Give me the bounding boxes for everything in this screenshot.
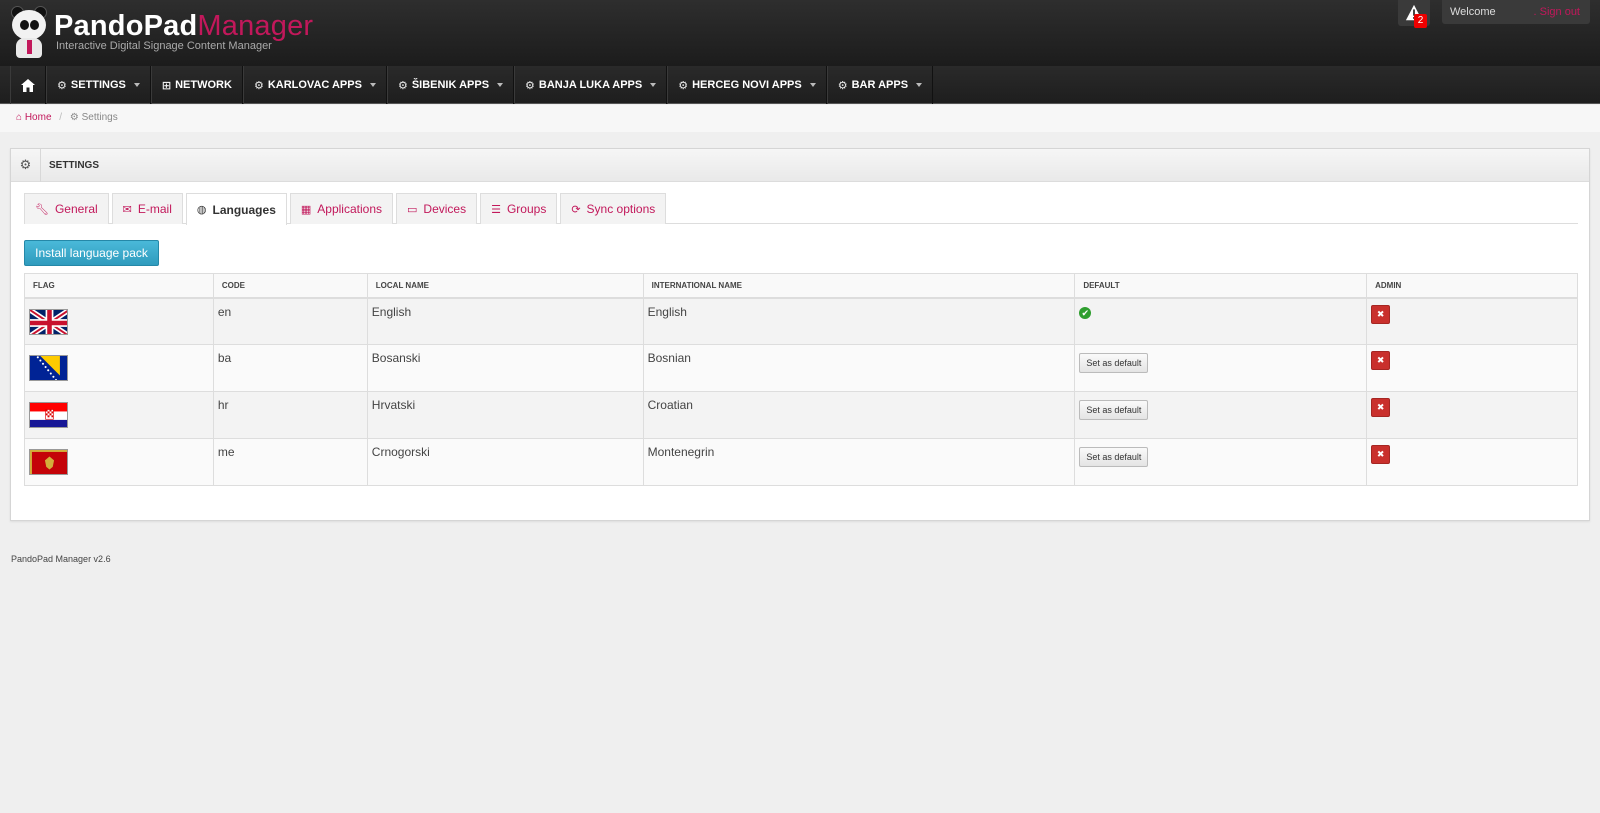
app-title: PandoPadManager: [54, 10, 314, 42]
caret-down-icon: [809, 83, 816, 87]
table-row: ba Bosanski Bosnian Set as default ✖: [24, 344, 1578, 392]
table-header-row: FLAG CODE LOCAL NAME INTERNATIONAL NAME …: [24, 273, 1578, 299]
alert-count-badge: 2: [1414, 14, 1427, 28]
col-header-flag[interactable]: FLAG: [24, 273, 214, 299]
col-header-admin[interactable]: ADMIN: [1366, 273, 1578, 299]
nav-banja-luka-apps[interactable]: ⚙ BANJA LUKA APPS: [514, 66, 668, 104]
nav-bar-apps[interactable]: ⚙ BAR APPS: [826, 66, 934, 104]
footer-version: PandoPad Manager v2.6: [11, 554, 111, 564]
tab-sync-options[interactable]: ⟳ Sync options: [560, 193, 667, 224]
breadcrumb: ⌂ Home / ⚙ Settings: [0, 105, 1600, 132]
col-header-default[interactable]: DEFAULT: [1074, 273, 1368, 299]
signout-link[interactable]: . Sign out: [1534, 6, 1580, 18]
language-code: en: [212, 297, 368, 345]
set-as-default-button[interactable]: Set as default: [1079, 447, 1149, 467]
delete-button[interactable]: ✖: [1371, 351, 1391, 370]
language-local-name: Bosanski: [366, 344, 644, 392]
check-circle-icon: ✔: [1079, 306, 1092, 319]
nav-sibenik-apps[interactable]: ⚙ ŠIBENIK APPS: [386, 66, 515, 104]
refresh-icon: ⟳: [571, 203, 581, 216]
delete-button[interactable]: ✖: [1371, 304, 1391, 324]
envelope-icon: ✉: [122, 203, 132, 216]
set-as-default-button[interactable]: Set as default: [1079, 400, 1149, 420]
delete-button[interactable]: ✖: [1371, 398, 1391, 417]
table-row: me Crnogorski Montenegrin Set as default…: [24, 438, 1578, 486]
uk-flag-icon: [29, 308, 68, 335]
col-header-international-name[interactable]: INTERNATIONAL NAME: [642, 273, 1076, 299]
tab-email[interactable]: ✉ E-mail: [111, 193, 183, 224]
language-local-name: Hrvatski: [366, 391, 644, 439]
language-code: me: [212, 438, 368, 486]
th-large-icon: ▦: [300, 203, 312, 216]
user-menu: Welcome . Sign out: [1442, 0, 1590, 24]
montenegro-flag-icon: [29, 449, 68, 475]
nav-settings[interactable]: ⚙ SETTINGS: [46, 66, 151, 104]
nav-karlovac-apps[interactable]: ⚙ KARLOVAC APPS: [242, 66, 387, 104]
app-logo[interactable]: PandoPadManager Interactive Digital Sign…: [8, 6, 313, 62]
tab-applications[interactable]: ▦ Applications: [289, 193, 393, 224]
nav-home[interactable]: [10, 66, 46, 104]
nav-herceg-novi-apps[interactable]: ⚙ HERCEG NOVI APPS: [667, 66, 827, 104]
language-local-name: Crnogorski: [366, 438, 644, 486]
delete-button[interactable]: ✖: [1371, 445, 1391, 464]
alerts-button[interactable]: 2: [1398, 0, 1430, 28]
breadcrumb-current: ⚙ Settings: [69, 112, 118, 123]
gears-icon: ⚙: [253, 79, 264, 92]
language-international-name: Montenegrin: [642, 438, 1076, 486]
main-nav: ⚙ SETTINGS ⊞ NETWORK ⚙ KARLOVAC APPS ⚙ Š…: [0, 66, 1600, 104]
caret-down-icon: [497, 83, 504, 87]
language-international-name: Croatian: [642, 391, 1076, 439]
tab-devices[interactable]: ▭ Devices: [396, 193, 478, 224]
table-row: en English English ✔ ✖: [24, 297, 1578, 345]
table-row: hr Hrvatski Croatian Set as default ✖: [24, 391, 1578, 439]
language-local-name: English: [366, 297, 644, 345]
install-language-pack-button[interactable]: Install language pack: [24, 240, 159, 266]
language-code: ba: [212, 344, 368, 392]
welcome-text: Welcome: [1450, 6, 1496, 18]
breadcrumb-home[interactable]: ⌂ Home: [16, 112, 52, 123]
gears-icon: ⚙: [397, 79, 408, 92]
panel-title: SETTINGS: [49, 159, 100, 171]
col-header-code[interactable]: CODE: [212, 273, 368, 299]
breadcrumb-separator: /: [59, 112, 63, 123]
language-international-name: English: [642, 297, 1076, 345]
settings-tabs: 🔧︎ General ✉ E-mail ◍ Languages ▦ Applic…: [24, 193, 1578, 225]
desktop-icon: ▭: [407, 203, 418, 216]
gears-icon: ⚙: [837, 79, 848, 92]
col-header-local-name[interactable]: LOCAL NAME: [366, 273, 644, 299]
gears-icon: ⚙: [678, 79, 689, 92]
panel-header: ⚙ SETTINGS: [11, 148, 1589, 182]
caret-down-icon: [650, 83, 657, 87]
caret-down-icon: [916, 83, 923, 87]
language-international-name: Bosnian: [642, 344, 1076, 392]
language-code: hr: [212, 391, 368, 439]
caret-down-icon: [133, 83, 140, 87]
settings-panel: ⚙ SETTINGS 🔧︎ General ✉ E-mail ◍ Languag…: [10, 148, 1590, 521]
nav-network[interactable]: ⊞ NETWORK: [150, 66, 243, 104]
gears-icon: ⚙: [525, 79, 535, 92]
gear-icon: ⚙: [11, 148, 41, 182]
tab-general[interactable]: 🔧︎ General: [24, 193, 109, 224]
gear-icon: ⚙: [57, 79, 67, 92]
bosnia-flag-icon: [29, 355, 68, 381]
set-as-default-button[interactable]: Set as default: [1079, 353, 1149, 373]
caret-down-icon: [369, 83, 376, 87]
tab-languages[interactable]: ◍ Languages: [185, 193, 287, 225]
app-header: PandoPadManager Interactive Digital Sign…: [0, 0, 1600, 66]
wrench-icon: 🔧︎: [35, 203, 49, 216]
croatia-flag-icon: [29, 402, 68, 428]
sitemap-icon: ⊞: [161, 79, 172, 92]
languages-table: FLAG CODE LOCAL NAME INTERNATIONAL NAME …: [24, 273, 1578, 486]
home-icon: [21, 78, 35, 92]
list-icon: ☰: [491, 203, 501, 216]
panda-mascot-icon: [8, 6, 50, 58]
tab-groups[interactable]: ☰ Groups: [480, 193, 558, 224]
globe-icon: ◍: [196, 204, 207, 216]
